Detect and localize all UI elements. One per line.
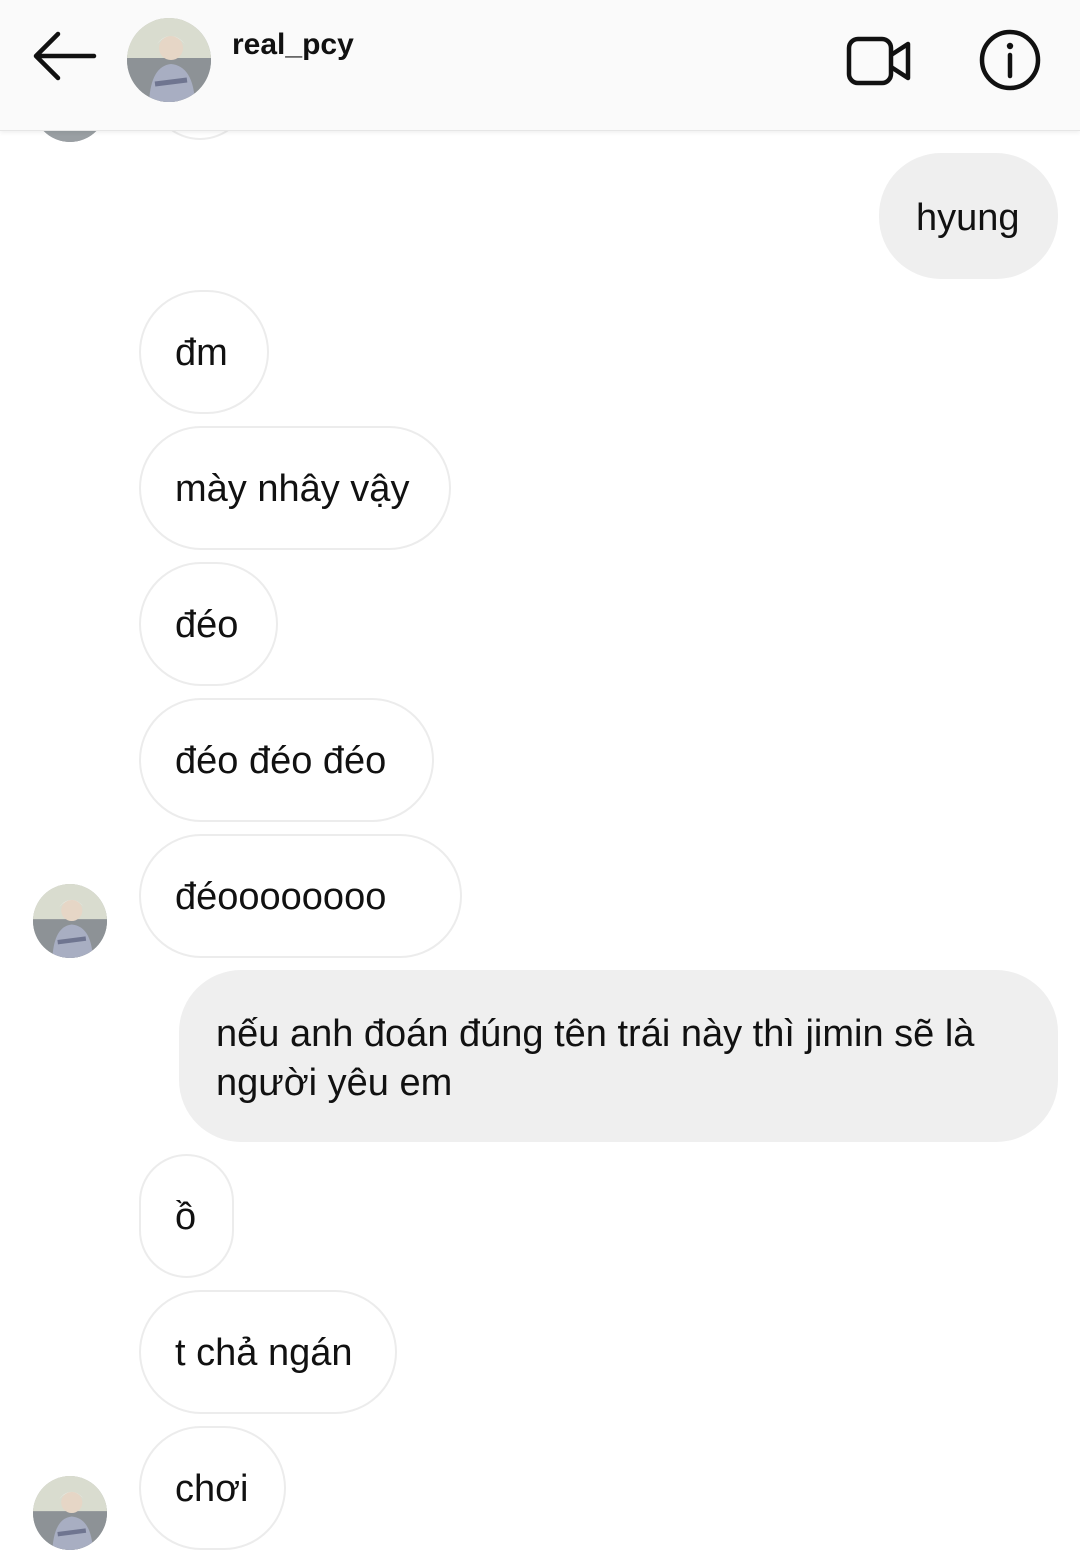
message-text: đm bbox=[175, 332, 228, 374]
message-text: đéoooooooo bbox=[175, 876, 387, 918]
message-bubble-received[interactable]: t chả ngán bbox=[139, 1290, 397, 1414]
message-text: chơi bbox=[175, 1468, 249, 1510]
profile-avatar[interactable] bbox=[127, 18, 211, 102]
message-text: đéo bbox=[175, 604, 239, 646]
message-bubble-received[interactable]: đéo đéo đéo bbox=[139, 698, 434, 822]
message-bubble-sent[interactable]: nếu anh đoán đúng tên trái này thì jimin… bbox=[179, 970, 1058, 1142]
message-text-line: người yêu em bbox=[216, 1062, 453, 1104]
chat-username[interactable]: real_pcy bbox=[232, 28, 354, 62]
message-text: mày nhây vậy bbox=[175, 468, 410, 510]
message-bubble-received[interactable]: mày nhây vậy bbox=[139, 426, 451, 550]
message-bubble-received[interactable]: đéoooooooo bbox=[139, 834, 462, 958]
message-bubble-received[interactable]: ồ bbox=[139, 1154, 234, 1278]
chat-header: real_pcy bbox=[0, 0, 1080, 131]
message-text: t chả ngán bbox=[175, 1332, 353, 1374]
message-text: ồ bbox=[175, 1196, 197, 1238]
message-avatar[interactable] bbox=[33, 1476, 107, 1550]
info-icon[interactable] bbox=[978, 28, 1042, 92]
back-arrow-icon[interactable] bbox=[28, 28, 98, 84]
video-camera-icon[interactable] bbox=[846, 34, 912, 88]
message-avatar[interactable] bbox=[33, 884, 107, 958]
message-text-line: nếu anh đoán đúng tên trái này thì jimin… bbox=[216, 1013, 975, 1055]
message-bubble-sent[interactable]: hyung bbox=[879, 153, 1058, 279]
message-bubble-received[interactable]: chơi bbox=[139, 1426, 286, 1550]
message-text: đéo đéo đéo bbox=[175, 740, 387, 782]
message-bubble-received[interactable]: đm bbox=[139, 290, 269, 414]
message-text: hyung bbox=[916, 197, 1020, 239]
message-bubble-received[interactable]: đéo bbox=[139, 562, 278, 686]
